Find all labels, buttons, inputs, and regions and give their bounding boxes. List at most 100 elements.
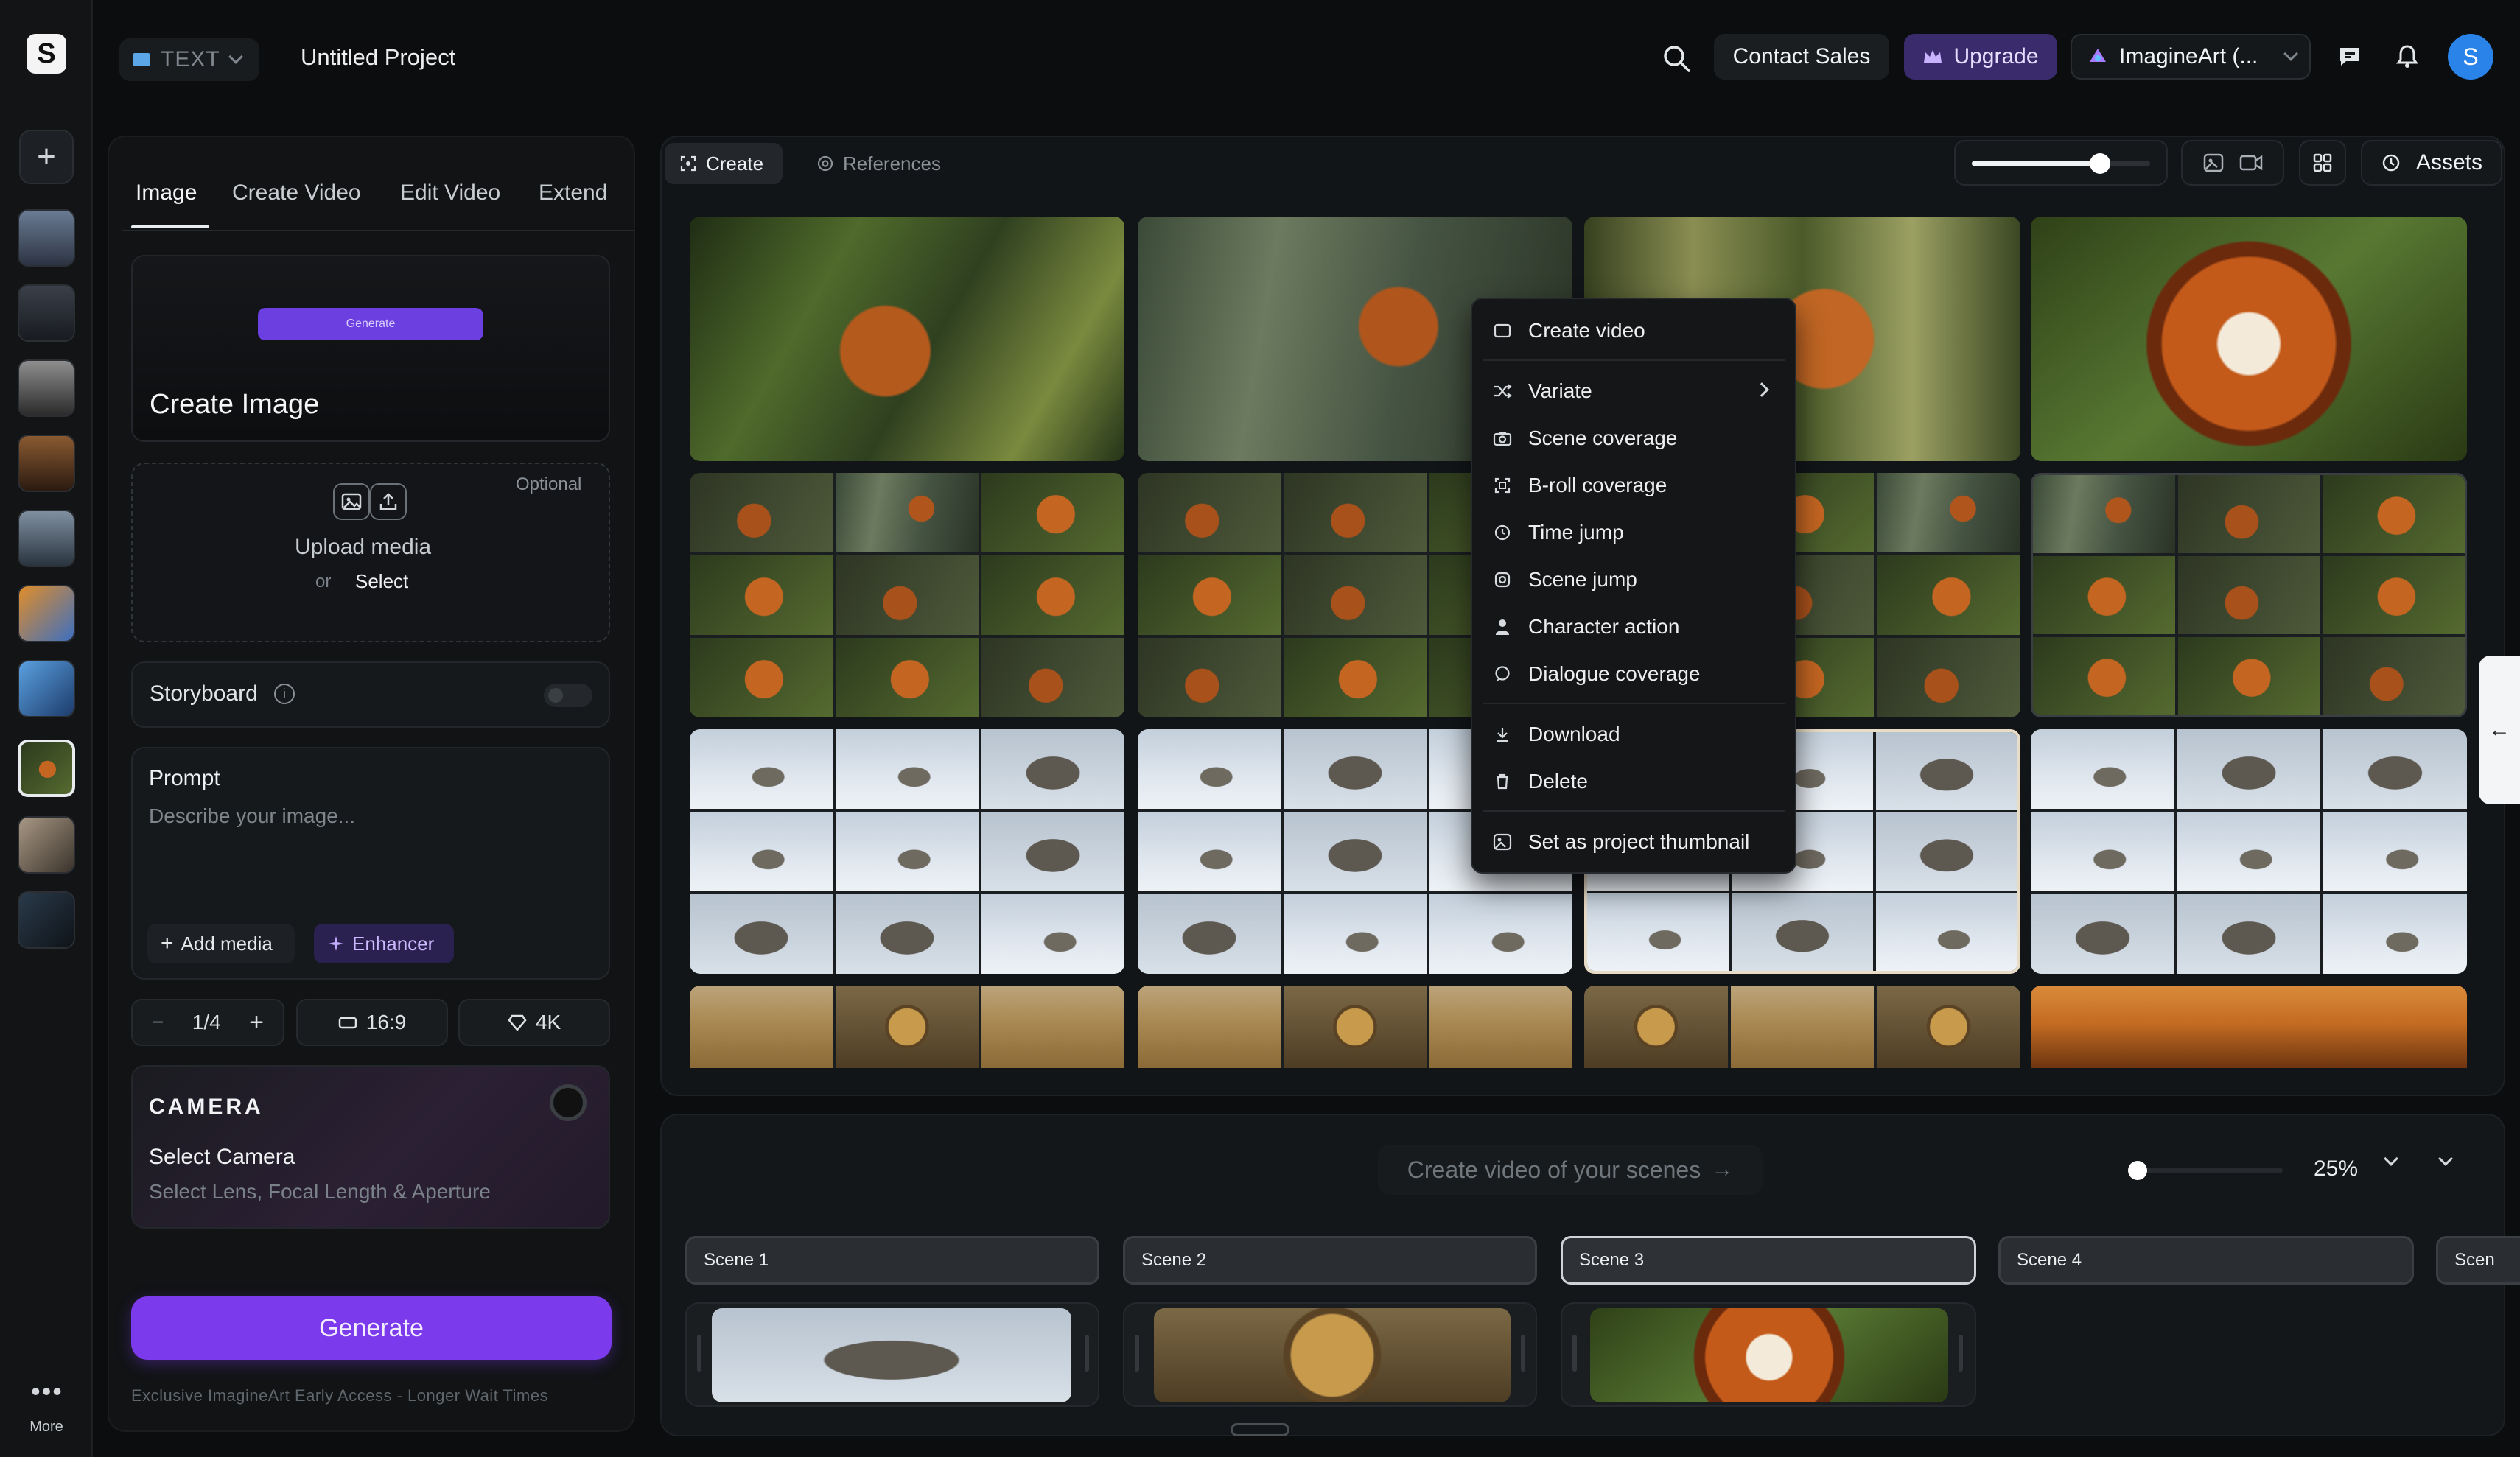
history-icon [2382,154,2400,172]
result-grid-tile[interactable] [1584,986,2020,1068]
rail-project-thumbnail[interactable] [18,209,75,267]
enhancer-button[interactable]: Enhancer [314,924,454,963]
upload-icon[interactable] [370,483,407,520]
menu-item-scene-jump[interactable]: Scene jump [1491,561,1786,598]
timeline-zoom-slider[interactable] [2135,1168,2283,1173]
menu-item-create-video[interactable]: Create video [1491,312,1786,349]
menu-item-label: Delete [1528,770,1588,793]
chat-icon[interactable] [2333,40,2367,74]
clip-trim-handle[interactable] [1521,1335,1525,1372]
menu-item-character-action[interactable]: Character action [1491,608,1786,645]
tab-create[interactable]: Create [665,143,783,184]
result-image-tile[interactable] [2031,986,2467,1068]
menu-item-set-thumbnail[interactable]: Set as project thumbnail [1491,824,1786,860]
result-grid-tile[interactable] [2031,473,2467,717]
menu-item-broll-coverage[interactable]: B-roll coverage [1491,467,1786,504]
clip-trim-handle[interactable] [1959,1335,1963,1372]
project-type-dropdown[interactable]: TEXT [119,38,259,81]
create-video-of-scenes-button[interactable]: Create video of your scenes → [1378,1145,1763,1195]
app-logo[interactable]: S [27,34,66,74]
result-grid-tile[interactable] [1138,986,1572,1068]
menu-item-label: Variate [1528,379,1592,402]
rail-project-thumbnail[interactable] [18,284,75,342]
more-icon[interactable]: ••• [29,1376,65,1407]
scene-label[interactable]: Scen [2436,1236,2520,1285]
rail-project-thumbnail[interactable] [18,891,75,949]
generate-button[interactable]: Generate [131,1296,612,1360]
scene-label[interactable]: Scene 1 [685,1236,1099,1285]
trash-icon [1491,770,1513,793]
clip-trim-handle[interactable] [1135,1335,1139,1372]
plus-icon[interactable]: + [249,1008,264,1037]
zoom-slider-knob[interactable] [2090,153,2110,174]
menu-item-download[interactable]: Download [1491,716,1786,753]
optional-label: Optional [516,474,582,494]
timeline-zoom-knob[interactable] [2128,1161,2147,1180]
add-media-label: Add media [181,932,273,955]
result-grid-tile[interactable] [690,473,1124,717]
menu-item-time-jump[interactable]: Time jump [1491,514,1786,551]
rail-project-thumbnail[interactable] [18,359,75,417]
minus-icon[interactable]: − [152,1011,164,1034]
tab-extend[interactable]: Extend [539,180,607,206]
collapse-timeline-chevron[interactable] [2438,1151,2453,1166]
upgrade-button[interactable]: Upgrade [1904,34,2057,80]
tab-references[interactable]: References [802,143,956,184]
scene-label[interactable]: Scene 4 [1998,1236,2414,1285]
info-icon[interactable]: i [274,684,295,704]
menu-item-label: Time jump [1528,521,1624,544]
menu-item-label: Set as project thumbnail [1528,830,1750,853]
menu-item-delete[interactable]: Delete [1491,763,1786,800]
rail-project-thumbnail[interactable] [18,816,75,874]
camera-icon [1491,427,1513,449]
timeline-zoom-percent: 25% [2314,1156,2359,1181]
collapse-sidebar-handle[interactable]: ← [2479,656,2520,804]
image-upload-icon[interactable] [333,483,370,520]
tab-create-video[interactable]: Create Video [232,180,361,206]
menu-item-variate[interactable]: Variate [1491,373,1786,410]
aspect-ratio-select[interactable]: 16:9 [296,999,448,1046]
clip-trim-handle[interactable] [1572,1335,1577,1372]
toggle-knob [548,688,563,703]
result-grid-tile[interactable] [690,729,1124,974]
scene-label[interactable]: Scene 2 [1123,1236,1537,1285]
rail-project-thumbnail-selected[interactable] [18,740,75,797]
contact-sales-button[interactable]: Contact Sales [1714,34,1889,80]
diamond-icon [508,1014,527,1031]
grid-view-button[interactable] [2299,140,2346,186]
new-project-button[interactable]: + [19,130,74,184]
result-grid-tile[interactable] [2031,729,2467,974]
image-filter-icon[interactable] [2202,152,2225,173]
image-count-stepper[interactable]: − 1/4 + [131,999,284,1046]
quality-select[interactable]: 4K [458,999,610,1046]
menu-item-scene-coverage[interactable]: Scene coverage [1491,420,1786,457]
menu-item-dialogue-coverage[interactable]: Dialogue coverage [1491,656,1786,692]
workspace-dropdown[interactable]: ImagineArt (... [2071,34,2311,80]
shuffle-icon [1491,380,1513,402]
rail-project-thumbnail[interactable] [18,660,75,717]
scene-label-active[interactable]: Scene 3 [1561,1236,1976,1285]
select-media-link[interactable]: Select [355,570,408,593]
tab-edit-video[interactable]: Edit Video [400,180,500,206]
rail-project-thumbnail[interactable] [18,510,75,567]
search-icon[interactable] [1659,41,1695,77]
add-media-button[interactable]: + Add media [147,924,295,963]
rail-project-thumbnail[interactable] [18,435,75,492]
project-title[interactable]: Untitled Project [301,44,455,71]
clip-trim-handle[interactable] [697,1335,701,1372]
tab-image[interactable]: Image [136,180,197,206]
rail-project-thumbnail[interactable] [18,585,75,642]
more-label[interactable]: More [15,1419,78,1436]
jump-icon [1491,569,1513,591]
result-grid-tile[interactable] [690,986,1124,1068]
result-image-tile[interactable] [2031,217,2467,461]
assets-button[interactable]: Assets [2361,140,2502,186]
clip-trim-handle[interactable] [1085,1335,1089,1372]
timeline-resize-handle[interactable] [1231,1423,1289,1436]
avatar[interactable]: S [2448,34,2493,80]
result-image-tile[interactable] [690,217,1124,461]
prompt-input[interactable] [147,803,597,913]
bell-icon[interactable] [2390,40,2424,74]
video-filter-icon[interactable] [2239,153,2263,172]
zoom-dropdown-chevron[interactable] [2384,1151,2398,1166]
